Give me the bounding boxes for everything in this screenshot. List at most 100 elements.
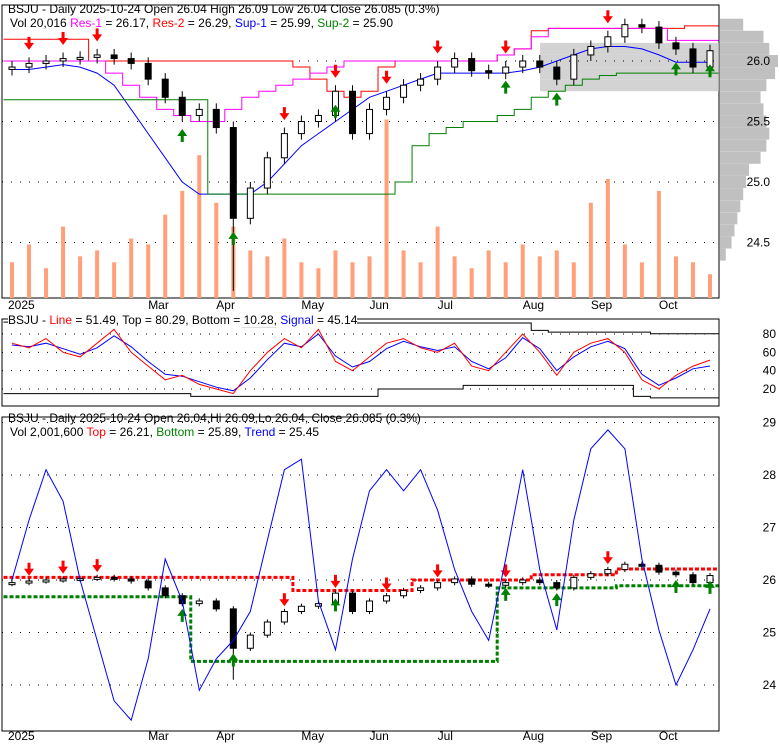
stock-chart: 26.0 25.5 25.0 24.5 80 60 40 20 29 28 27 26 25 24 2025… [1, 4, 778, 743]
trend-candle [263, 621, 271, 636]
volume-bar [384, 119, 389, 298]
volume-bar [401, 250, 406, 298]
trend-candle [212, 600, 220, 610]
candle [110, 54, 118, 60]
volume-bar [129, 238, 134, 298]
volume-profile-bar [720, 224, 735, 237]
volume-bar [690, 262, 695, 298]
trend-candle [672, 571, 680, 576]
date-tick-label: Jul [438, 298, 453, 312]
date-tick-label: Apr [216, 298, 235, 312]
trend-tick-label: 26 [763, 573, 777, 587]
trend-candle [383, 595, 391, 602]
trend-value: = 25.45 [275, 425, 320, 439]
trend-tick-label: 27 [763, 521, 777, 535]
candle [553, 66, 561, 80]
date-tick-label-bottom: Jul [438, 729, 453, 743]
volume-bar [520, 244, 525, 298]
date-tick-label: Jun [370, 298, 389, 312]
sell-arrow-icon [24, 562, 35, 576]
res2-label: Res-2 [152, 16, 185, 30]
osc-prefix: BSJU - [8, 313, 50, 327]
oscillator-legend: BSJU - Line = 51.49, Top = 80.29, Bottom… [8, 313, 358, 327]
candle [638, 24, 646, 28]
trend-candle [93, 576, 101, 580]
candle [263, 157, 271, 189]
sup1-value: = 25.99, [266, 16, 318, 30]
osc-signal-label: Signal [280, 313, 314, 327]
volume-bar [316, 268, 321, 298]
volume-profile-bar [720, 79, 767, 92]
osc-tick-label: 40 [763, 364, 777, 378]
trend-candle [280, 611, 288, 623]
trend-candle [621, 563, 629, 570]
candle [587, 45, 595, 56]
candle [25, 62, 33, 68]
volume-bar [418, 262, 423, 298]
candle [485, 70, 493, 74]
candle [417, 78, 425, 86]
trend-candle [195, 600, 203, 605]
volume-profile-bar [720, 212, 738, 225]
date-tick-label-bottom: Oct [659, 729, 678, 743]
volume-profile-bar [720, 176, 747, 188]
osc-line-label: Line [49, 313, 73, 327]
date-tick-label-bottom: Aug [523, 729, 544, 743]
candle [400, 84, 408, 98]
date-tick-label: May [301, 298, 324, 312]
buy-arrow-icon [670, 580, 681, 594]
trend-candle [604, 569, 612, 575]
trend-candle [246, 634, 254, 649]
sell-arrow-icon [381, 70, 392, 84]
candle [468, 58, 476, 72]
candle [366, 108, 374, 135]
trend-candle [655, 564, 663, 573]
sell-arrow-icon [58, 560, 69, 574]
res1-label: Res-1 [70, 16, 103, 30]
candle [161, 78, 169, 98]
price-tick-label: 26.0 [747, 54, 771, 68]
candle [621, 24, 629, 38]
volume-bar [333, 250, 338, 298]
date-tick-label-bottom: May [301, 729, 324, 743]
volume-bar [112, 262, 117, 298]
trend-tick-label: 29 [763, 416, 777, 430]
candle [451, 58, 459, 68]
trend-candle [553, 582, 561, 589]
trend-panel-title: BSJU - Daily 2025-10-24 Open 26.04,Hi 26… [8, 411, 421, 425]
candle [42, 60, 50, 64]
candle [297, 121, 305, 135]
price-tick-label: 24.5 [747, 236, 771, 250]
volume-bar [44, 268, 49, 298]
date-tick-label-bottom: Jun [370, 729, 389, 743]
trend-candle [42, 579, 50, 583]
candle [655, 26, 663, 44]
top-value: = 26.21, [105, 425, 157, 439]
res1-value: = 26.17, [102, 16, 153, 30]
oscillator-panel [3, 321, 719, 399]
date-tick-label-bottom: Apr [216, 729, 235, 743]
date-tick-label-bottom: Sep [591, 729, 613, 743]
candle [144, 62, 152, 80]
osc-signal-value: = 45.14 [313, 313, 358, 327]
trend-volume: Vol 2,001,600 [10, 425, 87, 439]
candle [8, 66, 16, 70]
sell-arrow-icon [279, 107, 290, 121]
sell-arrow-icon [432, 564, 443, 578]
buy-arrow-icon [500, 587, 511, 601]
trend-candle [8, 582, 16, 586]
candle [348, 90, 356, 135]
candle [76, 56, 84, 60]
sell-arrow-icon [279, 593, 290, 607]
trend-candle [25, 580, 33, 584]
volume-bar [673, 256, 678, 298]
volume-bar [605, 179, 610, 298]
candle [689, 48, 697, 68]
volume-bar [78, 256, 83, 298]
volume-bar [61, 226, 66, 298]
volume-bar [588, 202, 593, 298]
bottom-band-line [3, 584, 719, 663]
volume-bar [163, 214, 168, 298]
trend-candle [110, 576, 118, 580]
trend-candle [587, 573, 595, 578]
